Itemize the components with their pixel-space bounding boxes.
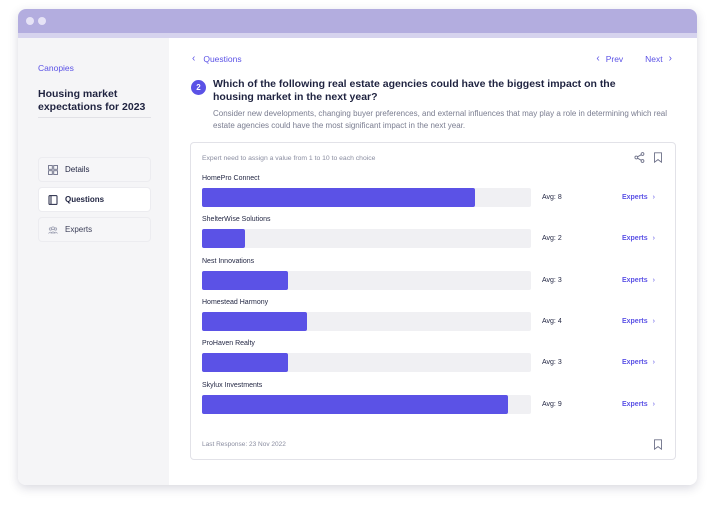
question-description: Consider new developments, changing buye…	[213, 109, 668, 130]
chevron-right-icon: ›	[652, 235, 655, 243]
chevron-right-icon: ›	[652, 276, 655, 284]
sidebar-item-label: Experts	[65, 225, 93, 234]
choice-row: ShelterWise Solutions Avg: 2 Experts ›	[202, 216, 667, 256]
back-to-questions-link[interactable]: ‹ Questions	[192, 53, 242, 64]
choice-label: ProHaven Realty	[202, 340, 255, 348]
bookmark-icon[interactable]	[653, 152, 663, 163]
experts-link-label: Experts	[621, 317, 648, 325]
prev-button[interactable]: Prev	[606, 54, 623, 64]
score-bar-fill	[202, 188, 475, 207]
grid-icon	[48, 164, 58, 175]
score-bar-track	[202, 394, 531, 414]
question-title: Which of the following real estate agenc…	[213, 78, 616, 103]
average-score: Avg: 4	[542, 317, 562, 325]
experts-link[interactable]: Experts ›	[622, 277, 655, 284]
book-icon	[48, 194, 58, 205]
sidebar-item-details[interactable]: Details	[38, 157, 151, 182]
average-score: Avg: 2	[542, 235, 562, 243]
experts-link[interactable]: Experts ›	[622, 401, 655, 408]
experts-link[interactable]: Experts ›	[622, 318, 655, 325]
share-icon[interactable]	[634, 152, 645, 163]
sidebar-item-label: Questions	[65, 195, 105, 204]
choice-label: Nest Innovations	[202, 257, 255, 265]
people-icon	[48, 225, 58, 234]
next-button[interactable]: Next	[645, 54, 662, 64]
bookmark-icon[interactable]	[653, 439, 663, 450]
question-number-badge: 2	[191, 80, 206, 95]
main-panel: ‹ Questions ‹ Prev Next › 2 Which of the…	[169, 38, 697, 485]
chevron-left-icon: ‹	[596, 53, 600, 64]
choice-row: HomePro Connect Avg: 8 Experts ›	[202, 175, 667, 215]
experts-link-label: Experts	[621, 400, 648, 408]
app-window: Canopies Housing market expectations for…	[18, 9, 697, 485]
experts-link-label: Experts	[621, 194, 648, 201]
chevron-right-icon: ›	[652, 400, 655, 408]
window-dot-icon	[26, 17, 34, 25]
survey-title: Housing market expectations for 2023	[38, 88, 146, 113]
average-score: Avg: 8	[542, 194, 562, 201]
choice-label: HomePro Connect	[202, 175, 260, 182]
score-bar-track	[202, 229, 531, 249]
last-response-text: Last Response: 23 Nov 2022	[202, 441, 286, 448]
choice-label: Homestead Harmony	[202, 298, 269, 306]
score-bar-track	[202, 311, 531, 331]
average-score: Avg: 3	[542, 276, 562, 284]
choice-label: Skylux Investments	[202, 381, 263, 389]
window-dot-icon	[38, 17, 46, 25]
chevron-left-icon: ‹	[192, 53, 196, 64]
sidebar-item-label: Details	[65, 165, 90, 174]
average-score: Avg: 9	[542, 400, 562, 408]
score-bar-fill	[202, 270, 288, 290]
choice-row: ProHaven Realty Avg: 3 Experts ›	[202, 340, 667, 380]
score-bar-track	[202, 270, 531, 290]
experts-link[interactable]: Experts ›	[622, 359, 655, 366]
choice-row: Skylux Investments Avg: 9 Experts ›	[202, 382, 667, 422]
experts-link[interactable]: Experts ›	[622, 194, 655, 201]
sidebar-item-questions[interactable]: Questions	[38, 187, 151, 212]
card-hint: Expert need to assign a value from 1 to …	[202, 155, 376, 162]
results-card: Expert need to assign a value from 1 to …	[190, 142, 676, 460]
question-pager: ‹ Prev Next ›	[596, 53, 672, 64]
score-bar-fill	[202, 353, 288, 373]
score-bar-track	[202, 353, 531, 373]
score-bar-fill	[202, 311, 307, 331]
back-link-label: Questions	[203, 53, 242, 64]
window-titlebar	[18, 9, 697, 33]
score-bar-track	[202, 188, 531, 207]
sidebar: Canopies Housing market expectations for…	[18, 38, 169, 485]
choice-row: Nest Innovations Avg: 3 Experts ›	[202, 258, 667, 298]
choice-label: ShelterWise Solutions	[202, 216, 271, 224]
chevron-right-icon: ›	[652, 359, 655, 367]
average-score: Avg: 3	[542, 359, 562, 367]
chevron-right-icon: ›	[652, 194, 655, 201]
experts-link-label: Experts	[621, 359, 648, 367]
experts-link-label: Experts	[621, 235, 648, 243]
sidebar-divider	[38, 117, 151, 118]
score-bar-fill	[202, 394, 508, 414]
score-bar-fill	[202, 229, 245, 249]
sidebar-item-experts[interactable]: Experts	[38, 217, 151, 242]
experts-link-label: Experts	[621, 276, 648, 284]
chevron-right-icon: ›	[652, 317, 655, 325]
experts-link[interactable]: Experts ›	[622, 235, 655, 242]
chevron-right-icon: ›	[668, 53, 672, 64]
choice-row: Homestead Harmony Avg: 4 Experts ›	[202, 299, 667, 339]
brand-link[interactable]: Canopies	[38, 63, 74, 73]
